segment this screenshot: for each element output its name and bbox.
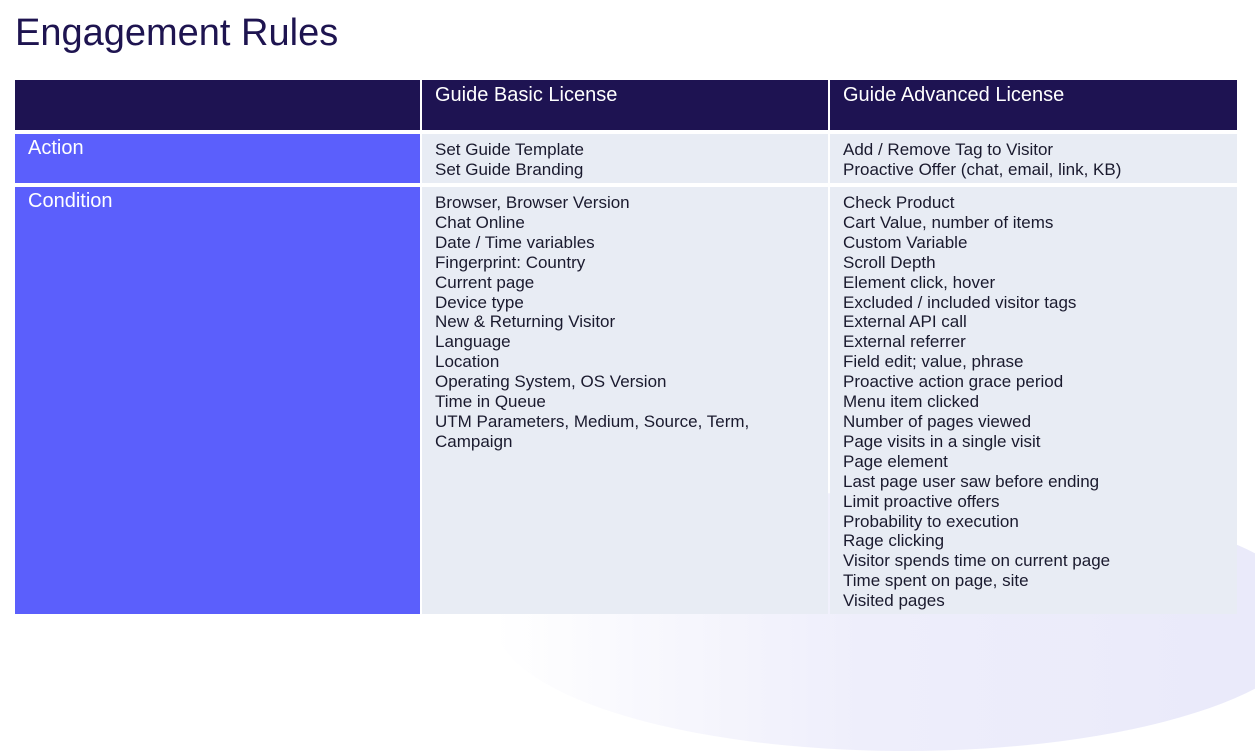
list-item: Limit proactive offers bbox=[843, 491, 1000, 511]
list-item: Location bbox=[435, 352, 500, 372]
list-item: Visited pages bbox=[843, 591, 945, 611]
list-item: Add / Remove Tag to Visitor bbox=[843, 140, 1054, 159]
list-item: Set Guide Template bbox=[435, 140, 584, 159]
condition-advanced-cell: Check Product Cart Value, number of items… bbox=[830, 187, 1237, 614]
list-item: Browser, Browser Version bbox=[435, 193, 630, 212]
list-item: Proactive action grace period bbox=[843, 372, 1064, 392]
list-item: Check Product bbox=[843, 193, 955, 212]
condition-basic-cell: Browser, Browser Version Chat Online Date … bbox=[422, 187, 828, 614]
list-item: Scroll Depth bbox=[843, 252, 936, 272]
list-item: Date / Time variables bbox=[435, 232, 595, 252]
list-item: UTM Parameters, Medium, Source, Term, bbox=[435, 411, 750, 431]
list-item: Menu item clicked bbox=[843, 392, 980, 412]
list-item: Chat Online bbox=[435, 212, 525, 232]
list-item: Current page bbox=[435, 272, 535, 292]
page-title: Engagement Rules bbox=[15, 12, 339, 54]
list-item: Visitor spends time on current page bbox=[843, 551, 1111, 571]
list-item: Proactive Offer (chat, email, link, KB) bbox=[843, 159, 1122, 179]
table-header-basic: Guide Basic License bbox=[422, 80, 828, 130]
list-item: External referrer bbox=[843, 332, 966, 352]
action-advanced-cell: Add / Remove Tag to Visitor Proactive Off… bbox=[830, 134, 1237, 183]
list-item: Field edit; value, phrase bbox=[843, 352, 1024, 372]
list-item: Cart Value, number of items bbox=[843, 212, 1054, 232]
list-item: New & Returning Visitor bbox=[435, 312, 616, 332]
table-header-advanced: Guide Advanced License bbox=[830, 80, 1237, 130]
license-comparison-table: Guide Basic License Guide Advanced Licen… bbox=[15, 80, 1237, 614]
list-item: Last page user saw before ending bbox=[843, 471, 1100, 491]
list-item: Fingerprint: Country bbox=[435, 252, 586, 272]
list-item: Time spent on page, site bbox=[843, 571, 1029, 591]
action-basic-cell: Set Guide Template Set Guide Branding bbox=[422, 134, 828, 183]
list-item: Number of pages viewed bbox=[843, 411, 1032, 431]
list-item: Excluded / included visitor tags bbox=[843, 292, 1077, 312]
list-item: Rage clicking bbox=[843, 531, 945, 551]
list-item: Device type bbox=[435, 292, 524, 312]
list-item: Time in Queue bbox=[435, 392, 546, 412]
table-header-empty bbox=[15, 80, 420, 130]
row-label-condition: Condition bbox=[15, 187, 420, 614]
list-item: Element click, hover bbox=[843, 272, 996, 292]
list-item: Page element bbox=[843, 451, 948, 471]
list-item: External API call bbox=[843, 312, 967, 332]
row-label-action: Action bbox=[15, 134, 420, 183]
list-item: Language bbox=[435, 332, 511, 352]
list-item: Probability to execution bbox=[843, 511, 1019, 531]
list-item: Set Guide Branding bbox=[435, 159, 584, 179]
list-item: Custom Variable bbox=[843, 232, 968, 252]
list-item: Page visits in a single visit bbox=[843, 431, 1041, 451]
list-item: Operating System, OS Version bbox=[435, 372, 667, 392]
list-item: Campaign bbox=[435, 431, 513, 451]
